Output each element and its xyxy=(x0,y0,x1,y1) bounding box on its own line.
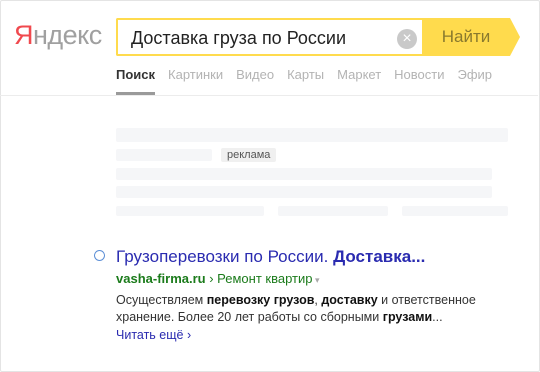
result-snippet: Осуществляем перевозку грузов, доставку … xyxy=(116,292,516,326)
result-menu-icon[interactable]: ▾ xyxy=(312,275,320,285)
result-title-bold: Доставка... xyxy=(333,247,426,266)
result-title-link[interactable]: Грузоперевозки по России. Доставка... xyxy=(116,247,425,267)
snippet-text: ... xyxy=(432,310,443,324)
result-domain-link[interactable]: vasha-firma.ru xyxy=(116,271,206,286)
yandex-logo[interactable]: Яндекс xyxy=(14,20,102,50)
search-input[interactable]: Доставка груза по России × xyxy=(116,18,422,56)
logo-first-letter: Я xyxy=(14,20,34,50)
tab-market[interactable]: Маркет xyxy=(337,66,381,84)
result-title-plain: Грузоперевозки по России. xyxy=(116,247,334,266)
search-tabs: Поиск Картинки Видео Карты Маркет Новости Эфир xyxy=(116,66,505,95)
tab-efir[interactable]: Эфир xyxy=(458,66,493,84)
snippet-highlight: грузами xyxy=(382,310,433,324)
ad-title-placeholder xyxy=(116,128,508,142)
tab-search[interactable]: Поиск xyxy=(116,66,156,95)
logo-rest: ндекс xyxy=(33,20,102,50)
tab-video[interactable]: Видео xyxy=(236,66,274,84)
ad-sitelink-placeholder-1 xyxy=(116,206,264,216)
favicon-icon xyxy=(94,250,105,261)
ad-url-placeholder xyxy=(116,149,212,161)
tab-maps[interactable]: Карты xyxy=(287,66,324,84)
search-button-arrow xyxy=(510,18,520,56)
clear-icon[interactable]: × xyxy=(397,29,417,49)
search-query-text: Доставка груза по России xyxy=(131,28,347,48)
snippet-text: Осуществляем xyxy=(116,293,207,307)
search-button[interactable]: Найти xyxy=(422,18,510,56)
read-more-link[interactable]: Читать ещё › xyxy=(116,327,191,343)
header-divider xyxy=(0,95,538,96)
tab-images[interactable]: Картинки xyxy=(168,66,223,84)
result-path-link[interactable]: Ремонт квартир xyxy=(217,271,312,286)
ad-badge: реклама xyxy=(221,148,277,162)
snippet-highlight: доставку xyxy=(321,293,378,307)
tab-news[interactable]: Новости xyxy=(394,66,444,84)
result-path-separator: › xyxy=(205,271,218,286)
ad-sitelink-placeholder-3 xyxy=(402,206,508,216)
ad-text-placeholder-1 xyxy=(116,168,492,180)
ad-sitelink-placeholder-2 xyxy=(278,206,388,216)
snippet-highlight: перевозку грузов xyxy=(206,293,315,307)
result-url: vasha-firma.ru › Ремонт квартир ▾ xyxy=(116,271,320,288)
ad-text-placeholder-2 xyxy=(116,186,492,198)
search-bar: Доставка груза по России × Найти xyxy=(116,18,520,56)
